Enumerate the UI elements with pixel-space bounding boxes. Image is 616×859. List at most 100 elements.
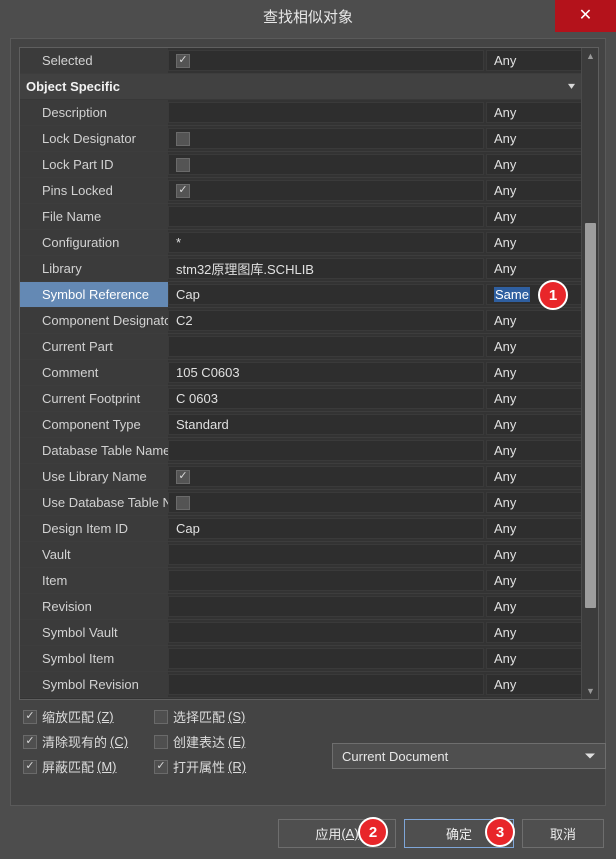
option-checkbox[interactable]: ✓ (23, 734, 37, 749)
property-row[interactable]: Library stm32原理图库.SCHLIB Any (20, 256, 582, 282)
property-row[interactable]: Comment 105 C0603 Any (20, 360, 582, 386)
property-value-cell[interactable] (168, 102, 484, 123)
property-grid[interactable]: Selected ✓ Any Object Specific ▾ Description A… (19, 47, 599, 700)
property-value-cell[interactable] (168, 544, 484, 565)
property-value-cell[interactable]: Cap (168, 284, 484, 305)
property-value-cell[interactable] (168, 674, 484, 695)
property-row[interactable]: Component Type Standard Any (20, 412, 582, 438)
property-condition-cell[interactable]: Any (486, 362, 582, 383)
property-value-cell[interactable]: ✓ (168, 492, 484, 513)
property-condition-cell[interactable]: Any (486, 336, 582, 357)
property-row[interactable]: Description Any (20, 100, 582, 126)
option-checkbox[interactable]: ✓ (23, 759, 37, 774)
cancel-button[interactable]: 取消 (522, 819, 604, 848)
property-value-cell[interactable]: stm32原理图库.SCHLIB (168, 258, 484, 279)
property-row[interactable]: Revision Any (20, 594, 582, 620)
property-checkbox[interactable]: ✓ (176, 183, 190, 198)
property-condition-cell[interactable]: Any (486, 544, 582, 565)
property-row[interactable]: Pins Locked ✓ Any (20, 178, 582, 204)
property-value-cell[interactable]: C 0603 (168, 388, 484, 409)
property-row[interactable]: Selected ✓ Any (20, 48, 582, 74)
property-value-cell[interactable]: Cap (168, 518, 484, 539)
property-value-cell[interactable]: * (168, 232, 484, 253)
property-row[interactable]: Current Part Any (20, 334, 582, 360)
property-row[interactable]: Design Item ID Cap Any (20, 516, 582, 542)
property-row[interactable]: Current Footprint C 0603 Any (20, 386, 582, 412)
option-checkbox[interactable]: ✓ (154, 759, 168, 774)
property-condition-cell[interactable]: Any (486, 492, 582, 513)
property-value-cell[interactable]: 105 C0603 (168, 362, 484, 383)
scroll-up-icon[interactable]: ▲ (582, 48, 598, 64)
property-value-cell[interactable]: ✓ (168, 154, 484, 175)
option-checkbox[interactable]: ✓ (154, 734, 168, 749)
property-row[interactable]: Use Library Name ✓ Any (20, 464, 582, 490)
property-value-cell[interactable] (168, 596, 484, 617)
property-value-cell[interactable]: ✓ (168, 466, 484, 487)
property-row[interactable]: Item Any (20, 568, 582, 594)
property-condition-cell[interactable]: Any (486, 206, 582, 227)
option-checkbox-row[interactable]: ✓ 打开属性 (R) (154, 757, 246, 776)
chevron-double-down-icon[interactable]: ▾ (568, 74, 575, 100)
property-condition-cell[interactable]: Any (486, 440, 582, 461)
property-condition-cell[interactable]: Any (486, 622, 582, 643)
property-value-cell[interactable] (168, 622, 484, 643)
property-condition-cell[interactable]: Any (486, 518, 582, 539)
option-checkbox-row[interactable]: ✓ 创建表达(E) (154, 732, 245, 751)
property-condition-cell[interactable]: Any (486, 180, 582, 201)
property-condition-cell[interactable]: Any (486, 310, 582, 331)
option-checkbox[interactable]: ✓ (154, 709, 168, 724)
option-checkbox-row[interactable]: ✓ 选择匹配(S) (154, 707, 245, 726)
property-value-cell[interactable]: C2 (168, 310, 484, 331)
property-condition-cell[interactable]: Any (486, 50, 582, 71)
property-row[interactable]: Symbol Vault Any (20, 620, 582, 646)
property-condition-cell[interactable]: Any (486, 102, 582, 123)
property-condition-cell[interactable]: Any (486, 596, 582, 617)
property-value-cell[interactable] (168, 570, 484, 591)
property-row[interactable]: Use Database Table Nar ✓ Any (20, 490, 582, 516)
property-value-cell[interactable] (168, 440, 484, 461)
property-condition-cell[interactable]: Any (486, 154, 582, 175)
property-condition-cell[interactable]: Any (486, 388, 582, 409)
property-row[interactable]: Component Designator C2 Any (20, 308, 582, 334)
property-row[interactable]: Configuration * Any (20, 230, 582, 256)
property-checkbox[interactable]: ✓ (176, 157, 190, 172)
property-value-cell[interactable] (168, 336, 484, 357)
property-condition-cell[interactable]: Any (486, 258, 582, 279)
close-icon[interactable]: ✕ (555, 0, 616, 32)
property-group-header[interactable]: Object Specific ▾ (20, 74, 582, 100)
property-value-cell[interactable]: ✓ (168, 180, 484, 201)
scope-dropdown[interactable]: Current Document (332, 743, 606, 769)
scroll-down-icon[interactable]: ▼ (582, 683, 598, 699)
property-condition-cell[interactable]: Any (486, 648, 582, 669)
property-condition-cell[interactable]: Any (486, 466, 582, 487)
property-row[interactable]: Symbol Revision Any (20, 672, 582, 698)
property-value-cell[interactable] (168, 206, 484, 227)
property-checkbox[interactable]: ✓ (176, 131, 190, 146)
option-checkbox-row[interactable]: ✓ 缩放匹配 (Z) (23, 707, 114, 726)
grid-scrollbar[interactable]: ▲ ▼ (581, 48, 598, 699)
option-checkbox-row[interactable]: ✓ 清除现有的 (C) (23, 732, 128, 751)
property-condition-cell[interactable]: Any (486, 128, 582, 149)
property-label: Symbol Item (20, 646, 168, 671)
property-value-cell[interactable]: ✓ (168, 128, 484, 149)
property-condition-cell[interactable]: Any (486, 232, 582, 253)
property-value-cell[interactable]: Standard (168, 414, 484, 435)
property-checkbox[interactable]: ✓ (176, 495, 190, 510)
property-row[interactable]: File Name Any (20, 204, 582, 230)
property-condition-cell[interactable]: Any (486, 414, 582, 435)
property-row[interactable]: Vault Any (20, 542, 582, 568)
property-checkbox[interactable]: ✓ (176, 469, 190, 484)
property-row[interactable]: Lock Designator ✓ Any (20, 126, 582, 152)
property-condition-cell[interactable]: Any (486, 674, 582, 695)
property-row[interactable]: Lock Part ID ✓ Any (20, 152, 582, 178)
scrollbar-thumb[interactable] (585, 223, 596, 608)
property-checkbox[interactable]: ✓ (176, 53, 190, 68)
property-value-cell[interactable]: ✓ (168, 50, 484, 71)
property-row[interactable]: Symbol Reference Cap Same (20, 282, 582, 308)
property-row[interactable]: Database Table Name Any (20, 438, 582, 464)
property-condition-cell[interactable]: Any (486, 570, 582, 591)
property-row[interactable]: Symbol Item Any (20, 646, 582, 672)
property-value-cell[interactable] (168, 648, 484, 669)
option-checkbox-row[interactable]: ✓ 屏蔽匹配 (M) (23, 757, 117, 776)
option-checkbox[interactable]: ✓ (23, 709, 37, 724)
